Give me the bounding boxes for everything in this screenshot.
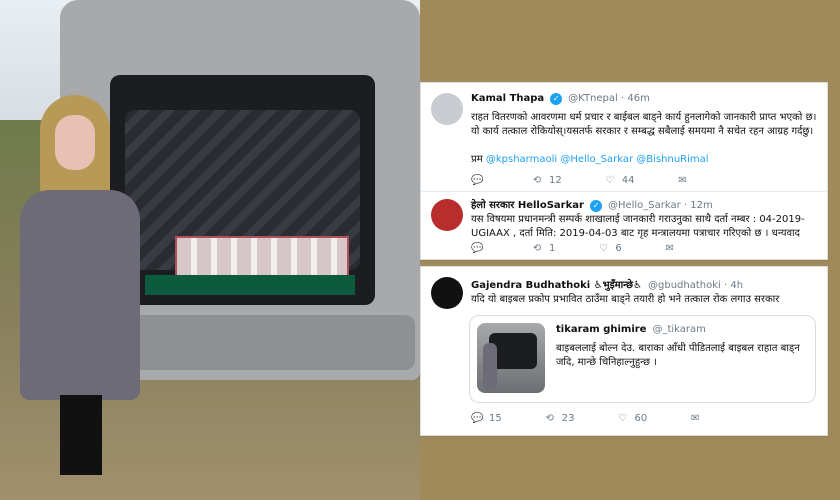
woman (10, 95, 160, 480)
reply-button[interactable]: 💬 (471, 243, 489, 254)
tweet-3-header: Gajendra Budhathoki ♿भुइँमान्छे♿ @gbudha… (471, 277, 743, 291)
left-photo (0, 0, 420, 500)
like-button[interactable]: ♡ 60 (616, 413, 647, 424)
dm-button[interactable]: ✉ (676, 175, 694, 186)
green-tray (145, 275, 355, 295)
reply-count: 15 (489, 413, 502, 424)
rear-bumper (115, 315, 415, 370)
mail-icon: ✉ (678, 175, 687, 186)
avatar (431, 199, 463, 231)
like-count: 6 (615, 243, 622, 254)
retweet-count: 1 (549, 243, 556, 254)
reply-icon: 💬 (471, 413, 484, 424)
quoted-tweet-handle: @_tikaram (652, 324, 706, 335)
avatar (431, 277, 463, 309)
reply-icon: 💬 (471, 175, 484, 186)
reply-icon: 💬 (471, 243, 484, 254)
tweet-2-actions: 💬 ⟲ 1 ♡ 6 ✉ (471, 243, 682, 254)
retweet-icon: ⟲ (545, 413, 554, 424)
tweet-3-handle: @gbudhathoki · 4h (648, 280, 744, 291)
dress (20, 190, 140, 400)
like-button[interactable]: ♡ 6 (597, 243, 622, 254)
tweet-1-handle: @KTnepal · 46m (568, 93, 650, 104)
quoted-tweet-image (477, 323, 545, 393)
tweet-card-2: Gajendra Budhathoki ♿भुइँमान्छे♿ @gbudha… (420, 266, 828, 436)
tweet-2-header: हेलो सरकार HelloSarkar ✓ @Hello_Sarkar ·… (471, 197, 713, 212)
dm-button[interactable]: ✉ (664, 243, 682, 254)
like-count: 44 (621, 175, 635, 186)
quoted-tweet-header: tikaram ghimire @_tikaram (556, 324, 706, 335)
tweet-2-name: हेलो सरकार HelloSarkar (471, 200, 584, 211)
tweet-1-header: Kamal Thapa ✓ @KTnepal · 46m (471, 93, 650, 105)
tweet-1-mentions-prefix: प्रम (471, 154, 483, 165)
retweet-count: 23 (561, 413, 575, 424)
verified-icon: ✓ (589, 200, 602, 212)
quoted-image-person (483, 343, 497, 389)
legs (60, 395, 102, 475)
heart-icon: ♡ (617, 413, 627, 424)
tweet-1-mentions: प्रम @kpsharmaoli @Hello_Sarkar @BishnuR… (471, 153, 817, 167)
retweet-button[interactable]: ⟲ 12 (531, 175, 562, 186)
quoted-tweet[interactable]: tikaram ghimire @_tikaram बाइबललाई बोल्न… (469, 315, 816, 403)
avatar (431, 93, 463, 125)
tweet-3-name: Gajendra Budhathoki ♿भुइँमान्छे♿ (471, 280, 643, 291)
tweet-2-text: यस विषयमा प्रधानमन्त्री सम्पर्क शाखालाई … (471, 214, 805, 239)
mail-icon: ✉ (665, 243, 674, 254)
like-button[interactable]: ♡ 44 (604, 175, 635, 186)
retweet-icon: ⟲ (532, 175, 542, 186)
face (55, 115, 95, 170)
reply-button[interactable]: 💬 (471, 175, 489, 186)
quoted-tweet-text: बाइबललाई बोल्न देउ. बाराका आँधी पीडितलाई… (556, 343, 800, 368)
like-count: 60 (634, 413, 648, 424)
retweet-icon: ⟲ (532, 243, 542, 254)
retweet-button[interactable]: ⟲ 1 (531, 243, 556, 254)
divider (421, 191, 827, 192)
heart-icon: ♡ (605, 175, 615, 186)
dm-button[interactable]: ✉ (689, 413, 707, 424)
tweet-3-text: यदि यो बाइबल प्रकोप प्रभावित ठाउँमा बाड्… (471, 294, 780, 305)
tweet-1-mentions-links[interactable]: @kpsharmaoli @Hello_Sarkar @BishnuRimal (486, 154, 709, 165)
right-panel: Kamal Thapa ✓ @KTnepal · 46m राहत वितरणक… (420, 0, 840, 500)
heart-icon: ♡ (598, 243, 608, 254)
tweet-2-handle: @Hello_Sarkar · 12m (607, 200, 713, 211)
quoted-tweet-name: tikaram ghimire (556, 324, 647, 335)
tweet-1-name: Kamal Thapa (471, 93, 545, 104)
retweet-button[interactable]: ⟲ 23 (544, 413, 575, 424)
tweet-3-actions: 💬 15 ⟲ 23 ♡ 60 ✉ (471, 413, 707, 424)
mail-icon: ✉ (691, 413, 700, 424)
retweet-count: 12 (549, 175, 562, 186)
verified-icon: ✓ (550, 93, 563, 105)
tweet-1-text: राहत वितरणको आवरणमा धर्म प्रचार र बाईबल … (471, 112, 817, 137)
reply-button[interactable]: 💬 15 (471, 413, 502, 424)
tweet-card-1: Kamal Thapa ✓ @KTnepal · 46m राहत वितरणक… (420, 82, 828, 260)
tweet-1-actions: 💬 ⟲ 12 ♡ 44 ✉ (471, 175, 694, 186)
